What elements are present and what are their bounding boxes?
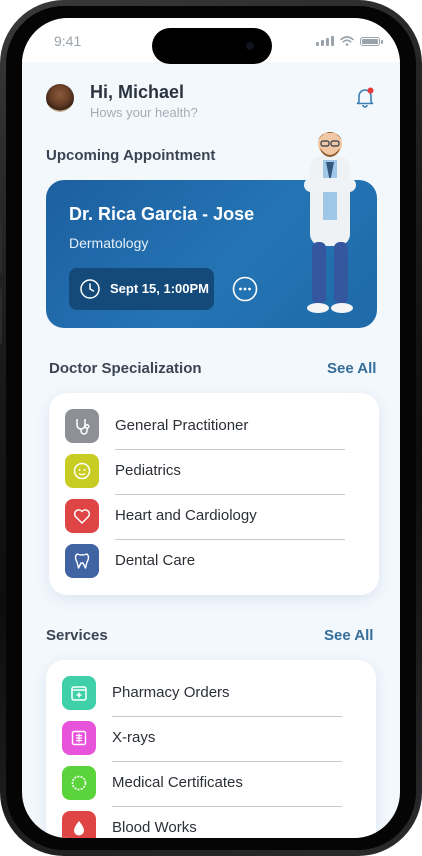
- xray-icon: [62, 721, 96, 755]
- certificate-badge-icon: [62, 766, 96, 800]
- signal-icon: [316, 36, 334, 46]
- doctor-name: Dr. Rica Garcia - Jose: [69, 204, 255, 224]
- divider: [112, 761, 342, 762]
- list-item-label: Blood Works: [112, 819, 197, 836]
- list-item[interactable]: Blood Works: [62, 809, 362, 838]
- dynamic-island: [152, 28, 272, 64]
- clock-icon: [80, 279, 100, 299]
- appointment-datetime: Sept 15, 1:00PM: [110, 281, 209, 296]
- status-time: 9:41: [54, 33, 82, 49]
- list-item-label: Medical Certificates: [112, 774, 243, 791]
- notification-bell-icon[interactable]: [354, 86, 376, 108]
- greeting-subtitle: Hows your health?: [90, 105, 198, 120]
- phone-frame: 9:41 Hi, Michael Hows your health? Upcom…: [0, 0, 422, 856]
- list-item[interactable]: Dental Care: [65, 542, 365, 582]
- list-item[interactable]: Medical Certificates: [62, 764, 362, 807]
- list-item[interactable]: X-rays: [62, 719, 362, 762]
- baby-face-icon: [65, 454, 99, 488]
- mute-switch: [0, 165, 2, 193]
- list-item-label: Pediatrics: [115, 462, 181, 479]
- divider: [115, 494, 345, 495]
- blood-drop-icon: [62, 811, 96, 838]
- divider: [115, 449, 345, 450]
- divider: [112, 806, 342, 807]
- divider: [115, 539, 345, 540]
- doctor-specialty: Dermatology: [69, 235, 149, 251]
- services-see-all-link[interactable]: See All: [324, 627, 373, 644]
- upcoming-appointment-heading: Upcoming Appointment: [46, 147, 216, 164]
- list-item-label: Pharmacy Orders: [112, 684, 230, 701]
- tooth-icon: [65, 544, 99, 578]
- app-screen: 9:41 Hi, Michael Hows your health? Upcom…: [22, 18, 400, 838]
- doctor-illustration: [304, 132, 356, 313]
- list-item[interactable]: Heart and Cardiology: [65, 497, 365, 540]
- camera-icon: [246, 42, 254, 50]
- battery-icon: [360, 36, 383, 46]
- doctor-specialization-heading: Doctor Specialization: [49, 360, 202, 377]
- list-item-label: Dental Care: [115, 552, 196, 569]
- volume-up-button: [0, 218, 2, 274]
- list-item[interactable]: General Practitioner: [65, 407, 365, 450]
- avatar[interactable]: [46, 84, 74, 112]
- list-item-label: Heart and Cardiology: [115, 507, 257, 524]
- greeting-header: Hi, Michael Hows your health?: [46, 82, 376, 122]
- divider: [112, 716, 342, 717]
- greeting-title: Hi, Michael: [90, 82, 185, 102]
- wifi-icon: [340, 36, 354, 46]
- list-item-label: X-rays: [112, 729, 156, 746]
- list-item[interactable]: Pharmacy Orders: [62, 674, 362, 717]
- volume-down-button: [0, 288, 2, 344]
- services-card: Pharmacy Orders X-rays Medical Certifica…: [46, 660, 376, 838]
- status-icons: [316, 36, 383, 46]
- list-item-label: General Practitioner: [115, 417, 249, 434]
- status-bar: 9:41: [22, 18, 400, 64]
- appointment-time-pill: Sept 15, 1:00PM: [69, 268, 214, 310]
- chat-icon[interactable]: [232, 276, 258, 302]
- services-heading: Services: [46, 627, 108, 644]
- list-item[interactable]: Pediatrics: [65, 452, 365, 495]
- heart-icon: [65, 499, 99, 533]
- stethoscope-icon: [65, 409, 99, 443]
- specialization-card: General Practitioner Pediatrics Heart an…: [49, 393, 379, 595]
- specialization-see-all-link[interactable]: See All: [327, 360, 376, 377]
- medicine-box-icon: [62, 676, 96, 710]
